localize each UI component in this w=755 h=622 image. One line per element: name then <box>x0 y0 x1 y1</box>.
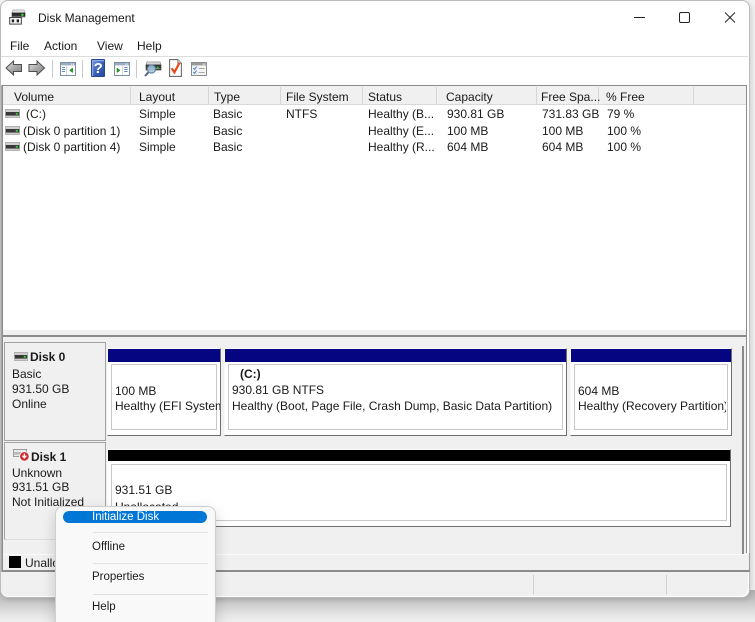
svg-text:?: ? <box>94 60 103 77</box>
